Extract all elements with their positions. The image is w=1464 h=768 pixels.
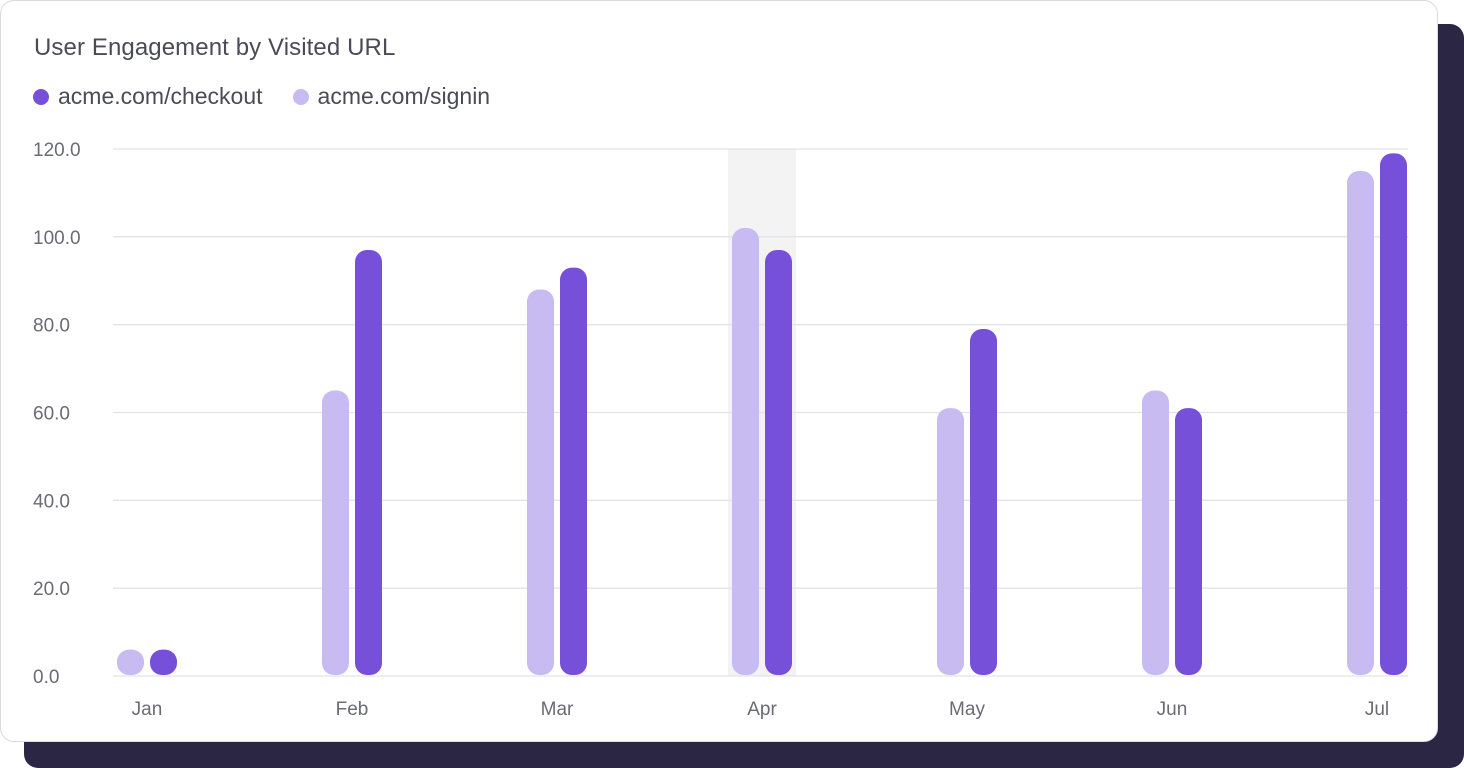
legend-item-signin[interactable]: acme.com/signin	[292, 83, 491, 110]
legend-item-checkout[interactable]: acme.com/checkout	[33, 83, 263, 110]
x-tick-label: Feb	[336, 699, 369, 720]
chart-card: User Engagement by Visited URL acme.com/…	[0, 0, 1438, 742]
bar-jan-checkout[interactable]	[150, 649, 177, 675]
bar-feb-checkout[interactable]	[355, 250, 382, 675]
chart-title: User Engagement by Visited URL	[34, 34, 396, 61]
x-tick-label: Jan	[132, 699, 163, 720]
bar-jan-signin[interactable]	[117, 649, 144, 675]
bar-apr-signin[interactable]	[732, 228, 759, 676]
x-tick-label: Jul	[1365, 699, 1389, 720]
legend-label: acme.com/checkout	[58, 83, 263, 109]
y-tick-label: 100.0	[33, 228, 81, 249]
bar-jul-checkout[interactable]	[1380, 153, 1407, 675]
y-tick-label: 40.0	[33, 491, 70, 512]
legend-dot-icon	[292, 88, 309, 105]
y-tick-label: 60.0	[33, 404, 70, 425]
bar-mar-checkout[interactable]	[560, 267, 587, 675]
y-tick-label: 20.0	[33, 579, 70, 600]
bar-may-checkout[interactable]	[970, 329, 997, 675]
y-tick-label: 120.0	[33, 140, 81, 161]
y-tick-label: 0.0	[33, 667, 59, 688]
y-tick-label: 80.0	[33, 316, 70, 337]
bar-jun-signin[interactable]	[1142, 390, 1169, 675]
x-tick-label: May	[949, 699, 985, 720]
x-tick-label: Jun	[1157, 699, 1188, 720]
bar-apr-checkout[interactable]	[765, 250, 792, 675]
x-tick-label: Mar	[541, 699, 574, 720]
bar-jul-signin[interactable]	[1347, 170, 1374, 676]
bar-feb-signin[interactable]	[322, 390, 349, 675]
bar-chart: 0.0 20.0 40.0 60.0 80.0 100.0 120.0 Jan Feb Mar Ap…	[33, 140, 1408, 720]
chart-legend: acme.com/checkout acme.com/signin	[33, 83, 490, 110]
bar-mar-signin[interactable]	[527, 289, 554, 675]
bar-jun-checkout[interactable]	[1175, 408, 1202, 675]
legend-label: acme.com/signin	[317, 83, 491, 109]
x-tick-label: Apr	[747, 699, 777, 720]
bar-may-signin[interactable]	[937, 408, 964, 675]
legend-dot-icon	[33, 88, 49, 105]
